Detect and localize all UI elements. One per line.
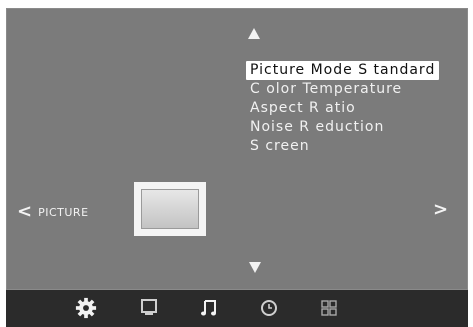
picture-preview-thumbnail: [134, 182, 206, 236]
tab-time[interactable]: [256, 294, 282, 322]
osd-screen: Picture Mode S tandard C olor Temperatur…: [0, 0, 473, 327]
monitor-icon: [139, 298, 159, 318]
previous-section-button[interactable]: < PICTURE: [17, 202, 89, 222]
clock-icon: [259, 298, 279, 318]
grid-icon: [319, 298, 339, 318]
menu-item-screen[interactable]: S creen: [246, 137, 439, 156]
tab-setup[interactable]: [316, 294, 342, 322]
menu-item-noise-reduction[interactable]: Noise R eduction: [246, 118, 439, 137]
chevron-left-icon: <: [17, 201, 33, 222]
menu-item-color-temperature[interactable]: C olor Temperature: [246, 80, 439, 99]
tab-monitor[interactable]: [136, 294, 162, 322]
section-label: PICTURE: [38, 205, 89, 219]
tab-picture-settings[interactable]: [73, 294, 99, 322]
next-section-button[interactable]: >: [433, 201, 448, 219]
picture-settings-list: Picture Mode S tandard C olor Temperatur…: [246, 61, 440, 156]
music-note-icon: [199, 298, 219, 318]
gear-icon: [75, 297, 97, 319]
scroll-down-arrow-icon[interactable]: [249, 262, 261, 273]
scroll-up-arrow-icon[interactable]: [248, 28, 260, 39]
tab-audio[interactable]: [196, 294, 222, 322]
menu-item-picture-mode[interactable]: Picture Mode S tandard: [246, 61, 440, 80]
picture-preview-screen: [141, 189, 199, 229]
menu-item-aspect-ratio[interactable]: Aspect R atio: [246, 99, 439, 118]
